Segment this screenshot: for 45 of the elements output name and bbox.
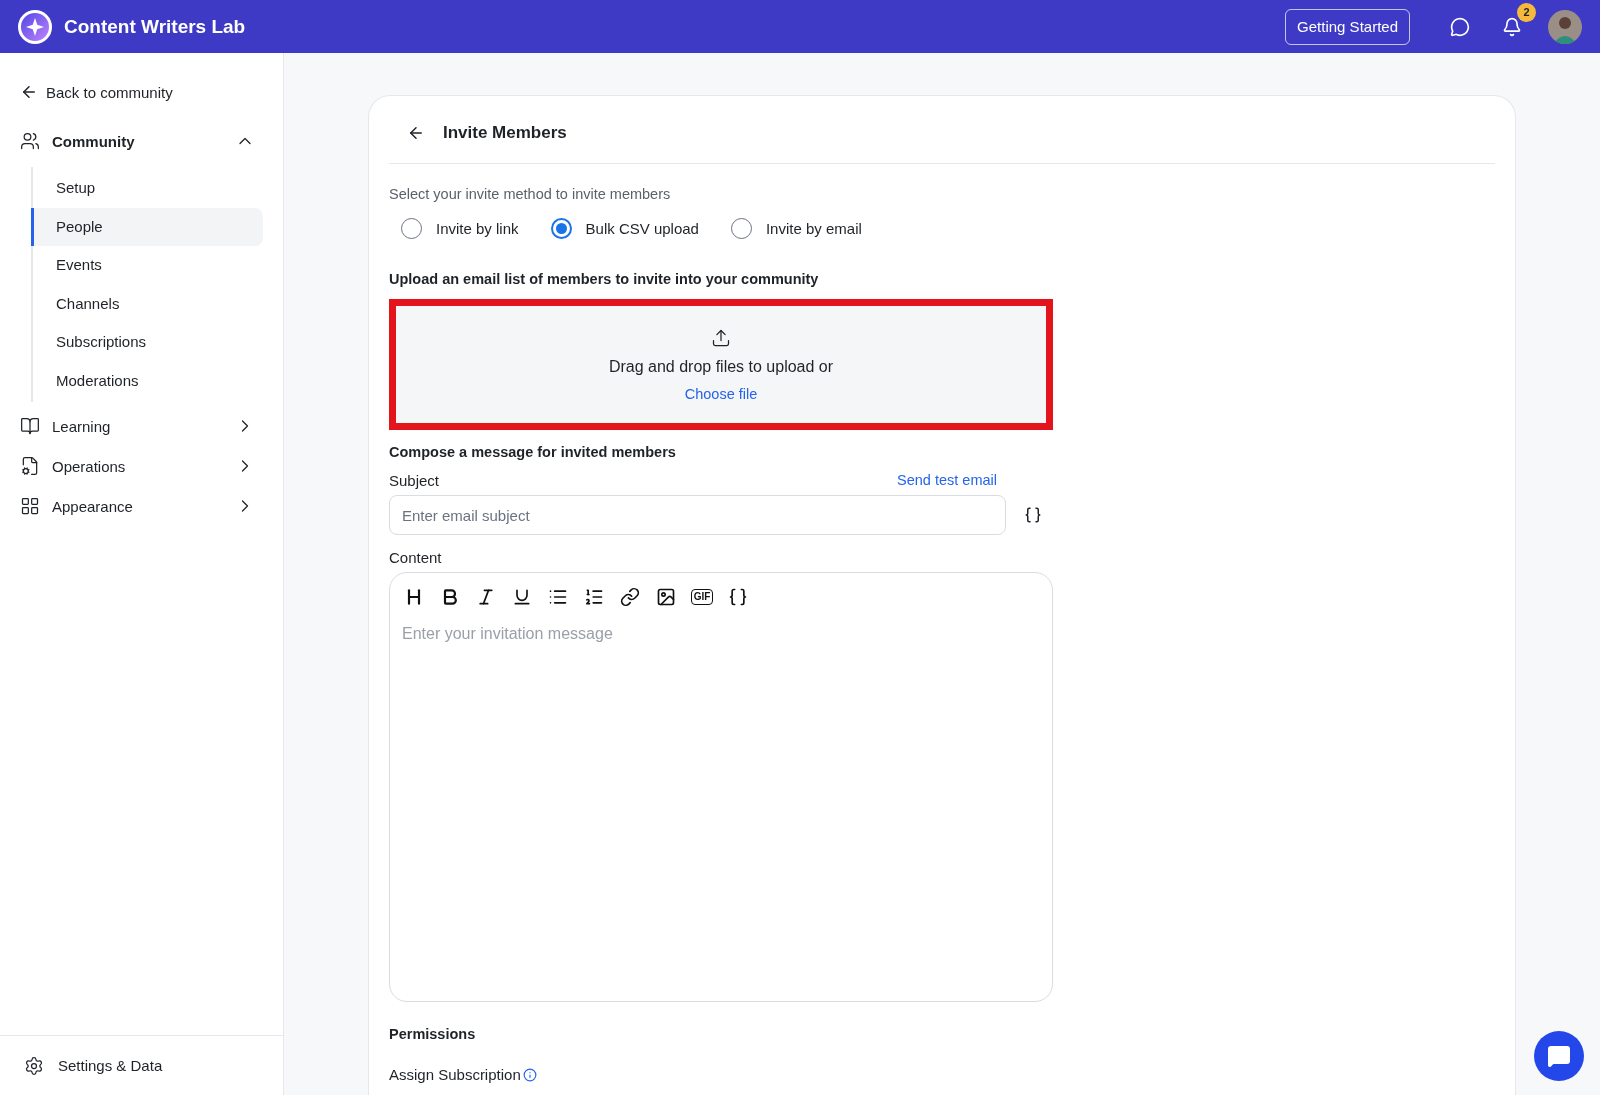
file-drop-zone[interactable]: Drag and drop files to upload or Choose file [389, 299, 1053, 430]
permissions-heading: Permissions [389, 1026, 477, 1042]
assign-subscription-label: Assign Subscription [389, 1066, 521, 1083]
sidebar-item[interactable]: Moderations [31, 361, 263, 400]
sidebar-section[interactable]: Community [20, 127, 263, 155]
back-link[interactable]: Back to community [20, 83, 263, 101]
sidebar-item[interactable]: People [31, 207, 263, 246]
sidebar-section[interactable]: Appearance [20, 492, 263, 520]
sidebar-item[interactable]: Events [31, 246, 263, 285]
subject-label: Subject [389, 472, 440, 489]
invite-method-radio[interactable]: Invite by link [401, 218, 519, 239]
subject-field[interactable]: Enter email subject [389, 495, 1006, 535]
book-icon [20, 416, 40, 436]
page-title: Invite Members [443, 122, 567, 143]
method-prompt: Select your invite method to invite members [389, 186, 672, 202]
invite-method-radio[interactable]: Bulk CSV upload [550, 218, 699, 239]
sidebar-section[interactable]: Operations [20, 452, 263, 480]
community-name: Content Writers Lab [64, 15, 247, 38]
logo-icon [18, 9, 52, 44]
message-editor[interactable]: GIF Enter your invitation message [389, 572, 1053, 1002]
notification-badge: 2 [1517, 2, 1536, 22]
chat-button[interactable] [1534, 1031, 1584, 1081]
chat-bubble-icon [1547, 1044, 1571, 1068]
content-label: Content [389, 549, 443, 566]
send-test-email-link[interactable]: Send test email [897, 472, 997, 489]
sidebar-item[interactable]: Subscriptions [31, 323, 263, 362]
sidebar-section[interactable]: Learning [20, 412, 263, 440]
sidebar-item[interactable]: Setup [31, 169, 263, 208]
document-gear-icon [20, 456, 40, 476]
variable-icon[interactable] [1024, 506, 1042, 524]
upload-icon [711, 327, 731, 348]
upload-heading: Upload an email list of members to invite into your community [389, 271, 820, 287]
drop-hint: Drag and drop files to upload or [608, 357, 834, 376]
gif-button[interactable]: GIF [688, 583, 716, 611]
avatar-icon[interactable] [1548, 9, 1582, 44]
compose-heading: Compose a message for invited members [389, 444, 677, 460]
getting-started-button[interactable]: Getting Started [1285, 8, 1410, 45]
choose-file-link[interactable]: Choose file [684, 385, 758, 402]
settings-link[interactable]: Settings & Data [0, 1035, 283, 1095]
people-icon [20, 131, 40, 151]
info-icon[interactable] [522, 1067, 537, 1082]
invite-method-radio[interactable]: Invite by email [730, 218, 862, 239]
blocks-icon [20, 496, 40, 516]
sidebar-item[interactable]: Channels [31, 284, 263, 323]
settings-icon [24, 1055, 44, 1076]
